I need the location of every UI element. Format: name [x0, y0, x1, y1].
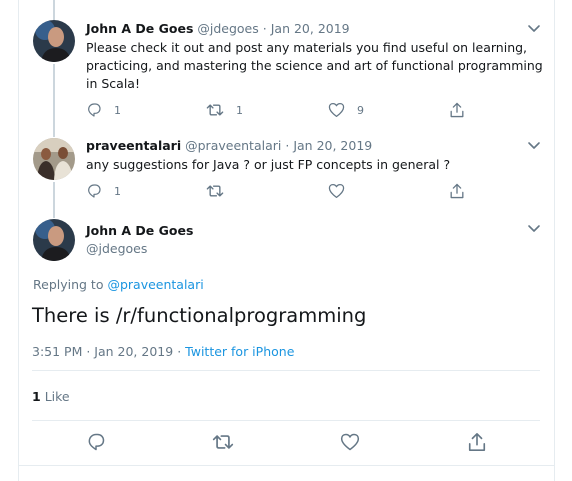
reply-icon[interactable] — [86, 432, 106, 452]
tweet-date[interactable]: Jan 20, 2019 — [271, 21, 350, 36]
chevron-down-icon[interactable] — [527, 224, 541, 234]
likes-count: 1 — [32, 389, 41, 404]
replying-to-link[interactable]: @praveentalari — [107, 277, 203, 292]
author-handle[interactable]: @jdegoes — [197, 21, 258, 36]
replying-to-label: Replying to — [33, 277, 104, 292]
like-button[interactable] — [328, 182, 357, 200]
reply-count: 1 — [114, 184, 121, 198]
thread-line — [53, 0, 55, 20]
chevron-down-icon[interactable] — [527, 141, 541, 151]
author-handle[interactable]: @jdegoes — [86, 241, 147, 256]
replying-to: Replying to @praveentalari — [33, 277, 204, 292]
retweet-button[interactable] — [206, 182, 236, 200]
reply-count: 1 — [114, 103, 121, 117]
reply-icon — [88, 184, 101, 198]
heart-icon — [328, 183, 345, 199]
author-name[interactable]: John A De Goes — [86, 21, 193, 36]
tweet-text: any suggestions for Java ? or just FP co… — [86, 157, 451, 172]
next-tweet-edge — [18, 466, 555, 481]
reply-icon — [88, 103, 101, 117]
separator: · — [262, 21, 267, 36]
share-button[interactable] — [449, 101, 465, 119]
avatar[interactable] — [33, 20, 75, 62]
heart-icon — [328, 102, 345, 118]
tweet-time[interactable]: 3:51 PM · Jan 20, 2019 — [32, 344, 173, 359]
tweet-text: Please check it out and post any materia… — [86, 40, 543, 91]
separator: · — [177, 344, 182, 359]
author-handle[interactable]: @praveentalari — [185, 138, 281, 153]
likes-summary[interactable]: 1 Like — [32, 389, 70, 404]
reply-button[interactable]: 1 — [86, 101, 121, 119]
avatar[interactable] — [33, 219, 75, 261]
avatar[interactable] — [33, 138, 75, 180]
tweet-header: praveentalari @praveentalari · Jan 20, 2… — [86, 138, 372, 153]
tweet-timestamp: 3:51 PM · Jan 20, 2019 · Twitter for iPh… — [32, 344, 294, 359]
chevron-down-icon[interactable] — [527, 24, 541, 34]
share-icon — [450, 102, 464, 118]
share-icon[interactable] — [467, 432, 487, 452]
tweet-header: John A De Goes @jdegoes · Jan 20, 2019 — [86, 21, 350, 36]
share-button[interactable] — [449, 182, 465, 200]
author-name[interactable]: John A De Goes — [86, 223, 193, 238]
divider — [32, 370, 540, 371]
reply-button[interactable]: 1 — [86, 182, 121, 200]
separator: · — [285, 138, 290, 153]
retweet-icon — [206, 104, 224, 116]
thread-line — [53, 182, 55, 218]
share-icon — [450, 183, 464, 199]
like-count: 9 — [357, 103, 364, 117]
author-name[interactable]: praveentalari — [86, 138, 181, 153]
divider — [32, 420, 540, 421]
retweet-count: 1 — [236, 103, 243, 117]
like-button[interactable]: 9 — [328, 101, 364, 119]
tweet-date[interactable]: Jan 20, 2019 — [293, 138, 372, 153]
likes-label: Like — [44, 389, 70, 404]
main-tweet-text: There is /r/functionalprogramming — [32, 304, 367, 327]
thread-line — [53, 64, 55, 137]
retweet-button[interactable]: 1 — [206, 101, 243, 119]
heart-icon[interactable] — [340, 432, 360, 452]
retweet-icon[interactable] — [212, 432, 234, 452]
tweet-source[interactable]: Twitter for iPhone — [185, 344, 294, 359]
retweet-icon — [206, 185, 224, 197]
